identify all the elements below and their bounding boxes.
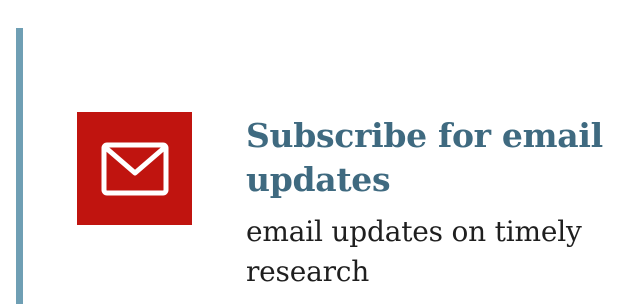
subscribe-card: Subscribe for email updates email update…: [0, 0, 620, 304]
accent-bar: [16, 28, 23, 304]
email-icon-tile[interactable]: [77, 112, 192, 225]
subscribe-description: email updates on timely research: [246, 215, 582, 288]
subscribe-title-link[interactable]: Subscribe for email updates: [246, 114, 616, 202]
envelope-icon: [101, 142, 168, 195]
subscribe-text: Subscribe for email updates email update…: [246, 114, 616, 292]
